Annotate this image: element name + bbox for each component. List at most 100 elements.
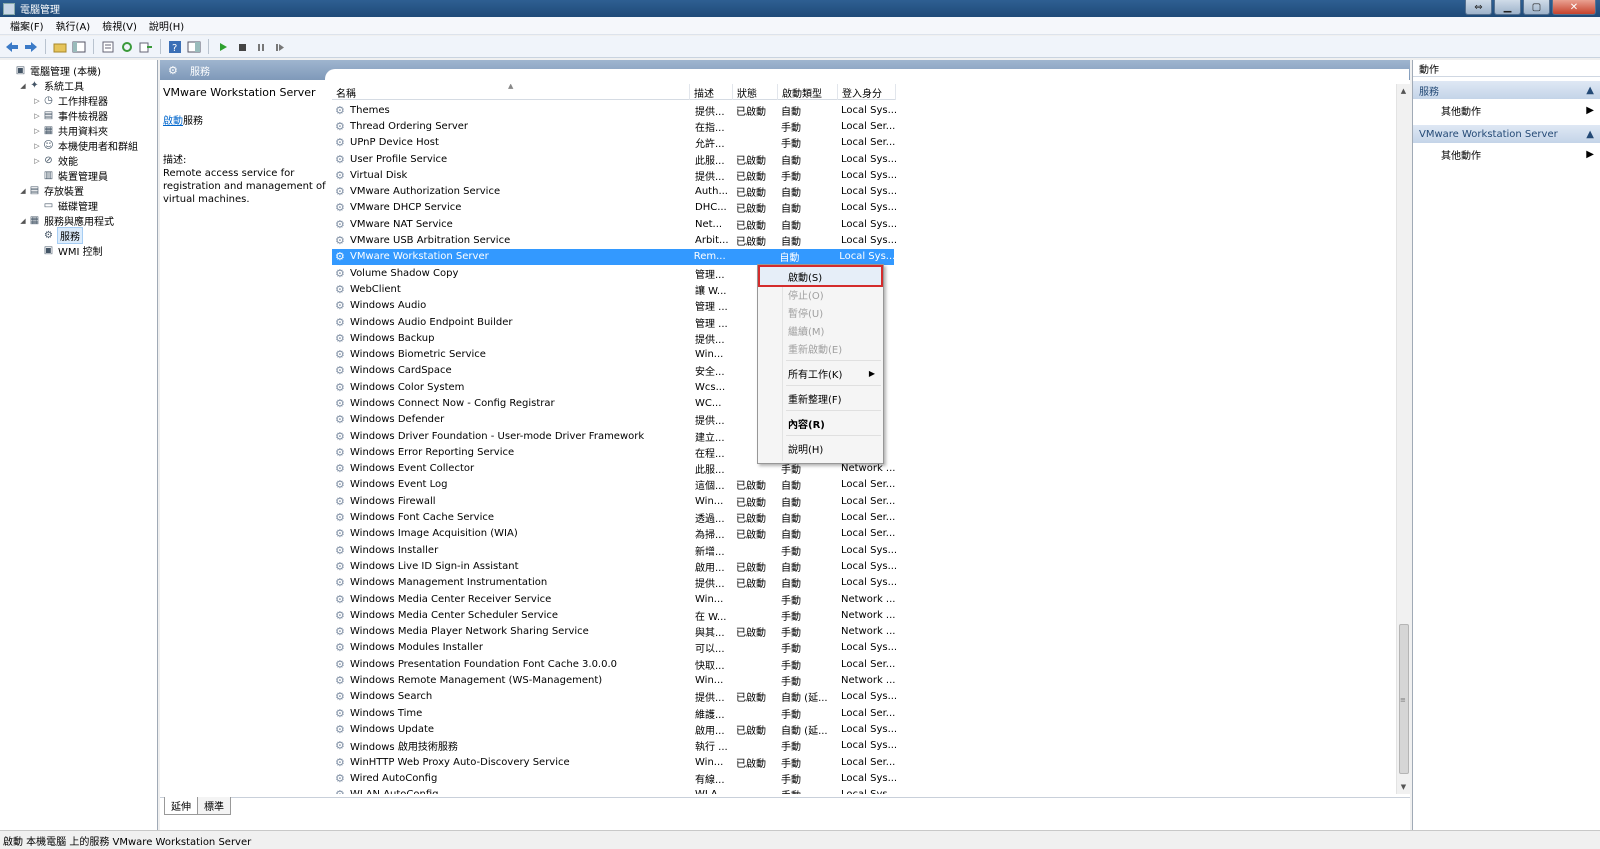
tree-item[interactable]: ▷ ◷ 工作排程器 xyxy=(0,93,157,108)
show-hide-tree-icon[interactable] xyxy=(71,39,87,55)
back-icon[interactable] xyxy=(4,39,20,55)
context-menu-item[interactable]: 說明(H) xyxy=(760,439,881,457)
help-icon[interactable]: ? xyxy=(167,39,183,55)
column-header[interactable]: 狀態 xyxy=(733,84,778,100)
service-row[interactable]: ⚙ WinHTTP Web Proxy Auto-Discovery Servic… xyxy=(332,754,896,770)
menu-action[interactable]: 執行(A) xyxy=(50,18,97,33)
service-row[interactable]: ⚙ Windows Live ID Sign-in Assistant 啟用... 已… xyxy=(332,558,896,574)
service-row[interactable]: ⚙ Virtual Disk 提供... 已啟動 手動 Local Sys... xyxy=(332,167,896,183)
tree-item[interactable]: ▣ WMI 控制 xyxy=(0,243,157,258)
tree-item[interactable]: ◢ ✦ 系統工具 xyxy=(0,78,157,93)
service-row[interactable]: ⚙ Windows Font Cache Service 透過... 已啟動 自動 Loc… xyxy=(332,509,896,525)
service-description: 為掃... xyxy=(695,530,725,542)
service-row[interactable]: ⚙ UPnP Device Host 允許... 手動 Local Ser... xyxy=(332,135,896,151)
service-row[interactable]: ⚙ Windows Presentation Foundation Font Ca… xyxy=(332,656,896,672)
service-row[interactable]: ⚙ Windows Search 提供... 已啟動 自動 (延... Local Sys… xyxy=(332,689,896,705)
menu-view[interactable]: 檢視(V) xyxy=(96,18,143,33)
close-button[interactable]: ✕ xyxy=(1552,0,1596,15)
service-row[interactable]: ⚙ Windows Time 維護... 手動 Local Ser... xyxy=(332,705,896,721)
column-header[interactable]: 登入身分 xyxy=(838,84,896,100)
more-actions-item[interactable]: 其他動作 ▶ xyxy=(1413,143,1600,165)
tree-item[interactable]: ▷ ▤ 事件檢視器 xyxy=(0,108,157,123)
menu-file[interactable]: 檔案(F) xyxy=(4,18,50,33)
actions-section-services[interactable]: 服務 ▲ xyxy=(1413,81,1600,99)
tree-item[interactable]: ▣ 電腦管理 (本機) xyxy=(0,63,157,78)
show-action-pane-icon[interactable] xyxy=(186,39,202,55)
tree-item[interactable]: ▷ ⊘ 效能 xyxy=(0,153,157,168)
expander-icon[interactable]: ▷ xyxy=(32,157,42,165)
service-row[interactable]: ⚙ Windows Update 啟用... 已啟動 自動 (延... Local Sys… xyxy=(332,721,896,737)
actions-section-selected-service[interactable]: VMware Workstation Server ▲ xyxy=(1413,125,1600,143)
context-menu-item[interactable]: 內容(R) xyxy=(760,414,881,432)
service-row[interactable]: ⚙WLAN AutoConfigWLA...手動Local Sys... xyxy=(332,786,896,794)
context-menu-item[interactable]: 啟動(S) xyxy=(758,265,883,287)
column-header[interactable]: 名稱 ▲ xyxy=(332,84,690,100)
service-row[interactable]: ⚙ Wired AutoConfig 有線... 手動 Local Sys... xyxy=(332,770,896,786)
expander-icon[interactable]: ◢ xyxy=(18,187,28,195)
tab-standard[interactable]: 標準 xyxy=(197,797,231,815)
context-menu-item[interactable]: 所有工作(K) ▶ xyxy=(760,364,881,382)
properties-icon[interactable] xyxy=(100,39,116,55)
service-gear-icon: ⚙ xyxy=(335,429,345,443)
tree-item[interactable]: ▥ 裝置管理員 xyxy=(0,168,157,183)
service-row[interactable]: ⚙ Windows Installer 新增... 手動 Local Sys... xyxy=(332,542,896,558)
service-row[interactable]: ⚙ VMware DHCP Service DHC... 已啟動 自動 Local Sys… xyxy=(332,200,896,216)
expander-icon[interactable]: ▷ xyxy=(32,112,42,120)
scroll-up-icon[interactable]: ▲ xyxy=(1397,84,1410,98)
column-header[interactable]: 啟動類型 xyxy=(778,84,838,100)
collapse-up-icon[interactable]: ▲ xyxy=(1586,85,1594,96)
restart-service-icon[interactable] xyxy=(272,39,288,55)
service-row[interactable]: ⚙ Windows 啟用技術服務 執行 ... 手動 Local Sys... xyxy=(332,738,896,754)
scroll-down-icon[interactable]: ▼ xyxy=(1397,780,1410,794)
service-row[interactable]: ⚙ Windows Media Center Scheduler Service 在… xyxy=(332,607,896,623)
service-name-cell: ⚙ Windows Defender xyxy=(332,413,690,426)
stop-service-icon[interactable] xyxy=(234,39,250,55)
pause-service-icon[interactable] xyxy=(253,39,269,55)
export-list-icon[interactable] xyxy=(138,39,154,55)
service-row[interactable]: ⚙ Windows Event Log 這個... 已啟動 自動 Local Ser... xyxy=(332,477,896,493)
column-header[interactable]: 描述 xyxy=(690,84,733,100)
service-row[interactable]: ⚙ User Profile Service 此服... 已啟動 自動 Local Sys… xyxy=(332,151,896,167)
service-gear-icon: ⚙ xyxy=(335,755,345,769)
tree-item[interactable]: ◢ ▦ 服務與應用程式 xyxy=(0,213,157,228)
minimize-button[interactable]: ▁ xyxy=(1494,0,1521,15)
collapse-up-icon[interactable]: ▲ xyxy=(1586,129,1594,140)
service-row[interactable]: ⚙ Thread Ordering Server 在指... 手動 Local Ser.… xyxy=(332,118,896,134)
start-service-link[interactable]: 啟動 xyxy=(163,116,183,127)
service-row[interactable]: ⚙ Windows Management Instrumentation 提供...… xyxy=(332,575,896,591)
menu-bar: 檔案(F) 執行(A) 檢視(V) 說明(H) xyxy=(0,17,1600,35)
expander-icon[interactable]: ▷ xyxy=(32,127,42,135)
more-actions-item[interactable]: 其他動作 ▶ xyxy=(1413,99,1600,121)
up-folder-icon[interactable] xyxy=(52,39,68,55)
tab-extended[interactable]: 延伸 xyxy=(164,797,198,815)
start-service-icon[interactable] xyxy=(215,39,231,55)
maximize-button[interactable]: ▢ xyxy=(1523,0,1550,15)
tree-item[interactable]: ▭ 磁碟管理 xyxy=(0,198,157,213)
tree-item[interactable]: ▷ ▦ 共用資料夾 xyxy=(0,123,157,138)
service-row[interactable]: ⚙ VMware Authorization Service Auth... 已啟動 自… xyxy=(332,183,896,199)
service-row[interactable]: ⚙ Windows Image Acquisition (WIA) 為掃... 已啟動… xyxy=(332,526,896,542)
tree-item[interactable]: ▷ ☺ 本機使用者和群組 xyxy=(0,138,157,153)
service-row[interactable]: ⚙ Windows Media Player Network Sharing Se… xyxy=(332,624,896,640)
tree-item[interactable]: ◢ ▤ 存放裝置 xyxy=(0,183,157,198)
service-description: 執行 ... xyxy=(695,742,728,754)
expander-icon[interactable]: ◢ xyxy=(18,217,28,225)
resize-button[interactable]: ⇔ xyxy=(1465,0,1492,15)
expander-icon[interactable]: ▷ xyxy=(32,97,42,105)
context-menu-item[interactable]: 重新整理(F) xyxy=(760,389,881,407)
tree-item[interactable]: ⚙ 服務 xyxy=(0,227,157,244)
refresh-icon[interactable] xyxy=(119,39,135,55)
service-row[interactable]: ⚙ Windows Remote Management (WS-Managemen… xyxy=(332,672,896,688)
vertical-scrollbar[interactable]: ▲ ≡ ▼ xyxy=(1396,84,1410,794)
forward-icon[interactable] xyxy=(23,39,39,55)
service-row[interactable]: ⚙ Themes 提供... 已啟動 自動 Local Sys... xyxy=(332,102,896,118)
service-row[interactable]: ⚙ VMware NAT Service Net... 已啟動 自動 Local Sys.… xyxy=(332,216,896,232)
menu-help[interactable]: 說明(H) xyxy=(143,18,190,33)
service-row[interactable]: ⚙ Windows Media Center Receiver Service Wi… xyxy=(332,591,896,607)
service-row[interactable]: ⚙ VMware USB Arbitration Service Arbit... 已… xyxy=(332,232,896,248)
service-row[interactable]: ⚙ Windows Modules Installer 可以... 手動 Local S… xyxy=(332,640,896,656)
service-row[interactable]: ⚙ Windows Firewall Win... 已啟動 自動 Local Ser... xyxy=(332,493,896,509)
service-row[interactable]: ⚙ VMware Workstation Server Rem... 自動 Local … xyxy=(332,248,894,265)
expander-icon[interactable]: ◢ xyxy=(18,82,28,90)
expander-icon[interactable]: ▷ xyxy=(32,142,42,150)
